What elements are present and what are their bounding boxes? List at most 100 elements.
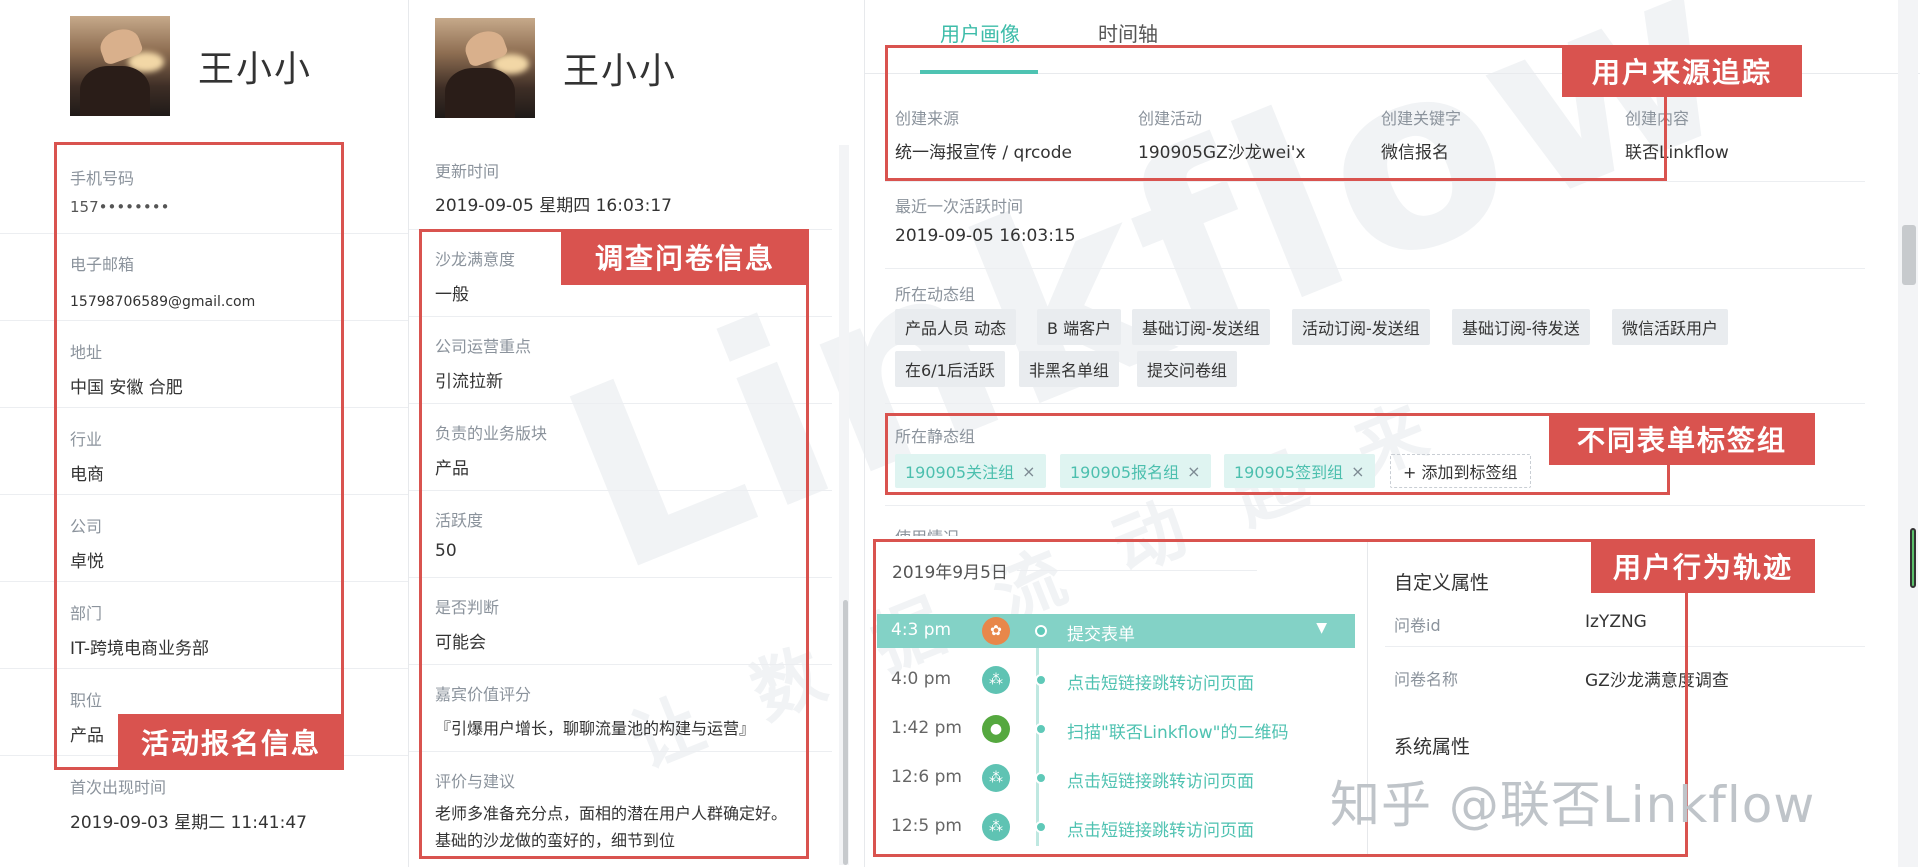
static-group-tag[interactable]: 190905关注组 × xyxy=(895,454,1046,488)
last-active-value: 2019-09-05 16:03:15 xyxy=(895,226,1076,246)
field-label: 首次出现时间 xyxy=(70,778,167,797)
page-scrollbar[interactable] xyxy=(1898,0,1918,867)
timeline-event[interactable]: 12:5 pm ⁂ 点击短链接跳转访问页面 xyxy=(877,810,1355,844)
field-value: 中国 安徽 合肥 xyxy=(70,378,183,398)
page-scrollbar-thumb[interactable] xyxy=(1902,225,1916,285)
static-group-tag[interactable]: 190905签到组 × xyxy=(1224,454,1375,488)
field-industry: 行业 电商 xyxy=(0,408,408,495)
left-profile-header: 王小小 xyxy=(70,16,312,116)
tab-timeline[interactable]: 时间轴 xyxy=(1098,18,1158,47)
attr-value: IzYZNG xyxy=(1585,612,1647,632)
field-value: 2019-09-05 星期四 16:03:17 xyxy=(435,196,672,216)
field-value: 产品 xyxy=(435,459,469,479)
field-label: 嘉宾价值评分 xyxy=(435,685,532,704)
field-label: 职位 xyxy=(70,691,103,710)
link-icon: ⁂ xyxy=(982,813,1010,841)
field-label: 沙龙满意度 xyxy=(435,250,516,269)
left-profile-card: 王小小 手机号码 157•••••••• 电子邮箱 15798706589@gm… xyxy=(0,0,408,867)
timeline-dot xyxy=(1035,723,1047,735)
timeline-dot xyxy=(1035,821,1047,833)
field-updated: 更新时间 2019-09-05 星期四 16:03:17 xyxy=(409,145,832,230)
event-text: 扫描"联否Linkflow"的二维码 xyxy=(1067,723,1289,743)
system-attrs-title: 系统属性 xyxy=(1394,736,1471,758)
scroll-indicator[interactable] xyxy=(1910,528,1916,588)
annotation-registration: 活动报名信息 xyxy=(118,714,344,770)
field-label: 手机号码 xyxy=(70,169,135,188)
profile-name: 王小小 xyxy=(563,51,678,92)
custom-attrs-title: 自定义属性 xyxy=(1394,572,1490,594)
annotation-behavior: 用户行为轨迹 xyxy=(1591,539,1815,593)
middle-profile-card: 王小小 更新时间 2019-09-05 星期四 16:03:17 沙龙满意度 一… xyxy=(409,0,864,867)
timeline-event[interactable]: 4:0 pm ⁂ 点击短链接跳转访问页面 xyxy=(877,663,1355,697)
dynamic-group-tag[interactable]: B 端客户 xyxy=(1037,309,1122,345)
dynamic-group-tag[interactable]: 基础订阅-发送组 xyxy=(1132,309,1270,345)
close-icon[interactable]: × xyxy=(1187,462,1200,481)
static-group-label: 190905报名组 xyxy=(1070,463,1180,482)
field-label: 电子邮箱 xyxy=(70,255,135,274)
timeline-date: 2019年9月5日 xyxy=(892,563,1008,583)
dynamic-groups-label: 所在动态组 xyxy=(895,285,976,304)
field-first-seen: 首次出现时间 2019-09-03 星期二 11:41:47 xyxy=(0,756,408,867)
tab-user-profile[interactable]: 用户画像 xyxy=(940,18,1020,47)
field-value: 157•••••••• xyxy=(70,198,170,216)
field-value: 15798706589@gmail.com xyxy=(70,294,256,310)
field-label: 地址 xyxy=(70,343,103,362)
add-tag-button[interactable]: + 添加到标签组 xyxy=(1390,454,1531,488)
field-company: 公司 卓悦 xyxy=(0,495,408,582)
event-time: 12:5 pm xyxy=(891,816,962,836)
annotation-source: 用户来源追踪 xyxy=(1562,45,1802,97)
dynamic-group-tag[interactable]: 在6/1后活跃 xyxy=(895,351,1005,387)
event-time: 1:42 pm xyxy=(891,718,962,738)
event-time: 4:3 pm xyxy=(891,620,952,640)
divider xyxy=(1017,570,1257,571)
timeline-dot xyxy=(1035,772,1047,784)
divider xyxy=(1385,646,1865,647)
annotation-survey: 调查问卷信息 xyxy=(561,229,809,285)
close-icon[interactable]: × xyxy=(1022,462,1035,481)
event-time: 4:0 pm xyxy=(891,669,952,689)
static-group-label: 190905关注组 xyxy=(905,463,1015,482)
keyword-value: 微信报名 xyxy=(1381,143,1449,163)
field-activity: 活跃度 50 xyxy=(409,491,832,578)
right-detail-panel: 用户画像 时间轴 创建来源 统一海报宣传 / qrcode 创建活动 19090… xyxy=(865,0,1920,867)
profile-screenshot: Linkflow 让数据流动起来 王小小 手机号码 157•••••••• 电子… xyxy=(0,0,1920,867)
field-label: 行业 xyxy=(70,430,103,449)
profile-name: 王小小 xyxy=(198,49,313,90)
activity-label: 创建活动 xyxy=(1138,109,1203,128)
event-text: 提交表单 xyxy=(1067,625,1135,645)
attr-label: 问卷id xyxy=(1394,616,1441,635)
field-value: 产品 xyxy=(70,726,104,746)
content-label: 创建内容 xyxy=(1625,109,1690,128)
dynamic-group-tag[interactable]: 非黑名单组 xyxy=(1019,351,1120,387)
field-label: 公司 xyxy=(70,517,103,536)
field-label: 部门 xyxy=(70,604,103,623)
field-value: IT-跨境电商业务部 xyxy=(70,639,209,659)
middle-scrollbar-thumb[interactable] xyxy=(843,600,848,865)
field-value: 2019-09-03 星期二 11:41:47 xyxy=(70,813,307,833)
field-value: 电商 xyxy=(70,465,104,485)
timeline-event[interactable]: 12:6 pm ⁂ 点击短链接跳转访问页面 xyxy=(877,761,1355,795)
timeline-dot xyxy=(1035,674,1047,686)
static-group-tag[interactable]: 190905报名组 × xyxy=(1060,454,1211,488)
content-value: 联否Linkflow xyxy=(1625,143,1729,163)
form-icon: ✿ xyxy=(982,617,1010,645)
dynamic-group-tag[interactable]: 活动订阅-发送组 xyxy=(1292,309,1430,345)
active-tab-indicator xyxy=(920,70,1038,74)
timeline-event[interactable]: 4:3 pm ✿ 提交表单 ▼ xyxy=(877,614,1355,648)
dynamic-group-tag[interactable]: 提交问卷组 xyxy=(1137,351,1238,387)
field-guest-score: 嘉宾价值评分 『引爆用户增长，聊聊流量池的构建与运营』 xyxy=(409,665,832,752)
dynamic-group-tag[interactable]: 微信活跃用户 xyxy=(1612,309,1729,345)
close-icon[interactable]: × xyxy=(1351,462,1364,481)
timeline-event[interactable]: 1:42 pm ● 扫描"联否Linkflow"的二维码 xyxy=(877,712,1355,746)
last-active-label: 最近一次活跃时间 xyxy=(895,197,1024,216)
divider xyxy=(885,268,1865,269)
dynamic-group-tag[interactable]: 产品人员 动态 xyxy=(895,309,1017,345)
field-feedback: 评价与建议 老师多准备充分点，面相的潜在用户人群确定好。基础的沙龙做的蛮好的，细… xyxy=(409,752,832,867)
divider xyxy=(885,505,1865,506)
chevron-down-icon[interactable]: ▼ xyxy=(1316,620,1327,636)
field-value: 卓悦 xyxy=(70,552,104,572)
wechat-icon: ● xyxy=(982,715,1010,743)
field-value: 可能会 xyxy=(435,633,486,653)
field-label: 是否判断 xyxy=(435,598,500,617)
dynamic-group-tag[interactable]: 基础订阅-待发送 xyxy=(1452,309,1590,345)
